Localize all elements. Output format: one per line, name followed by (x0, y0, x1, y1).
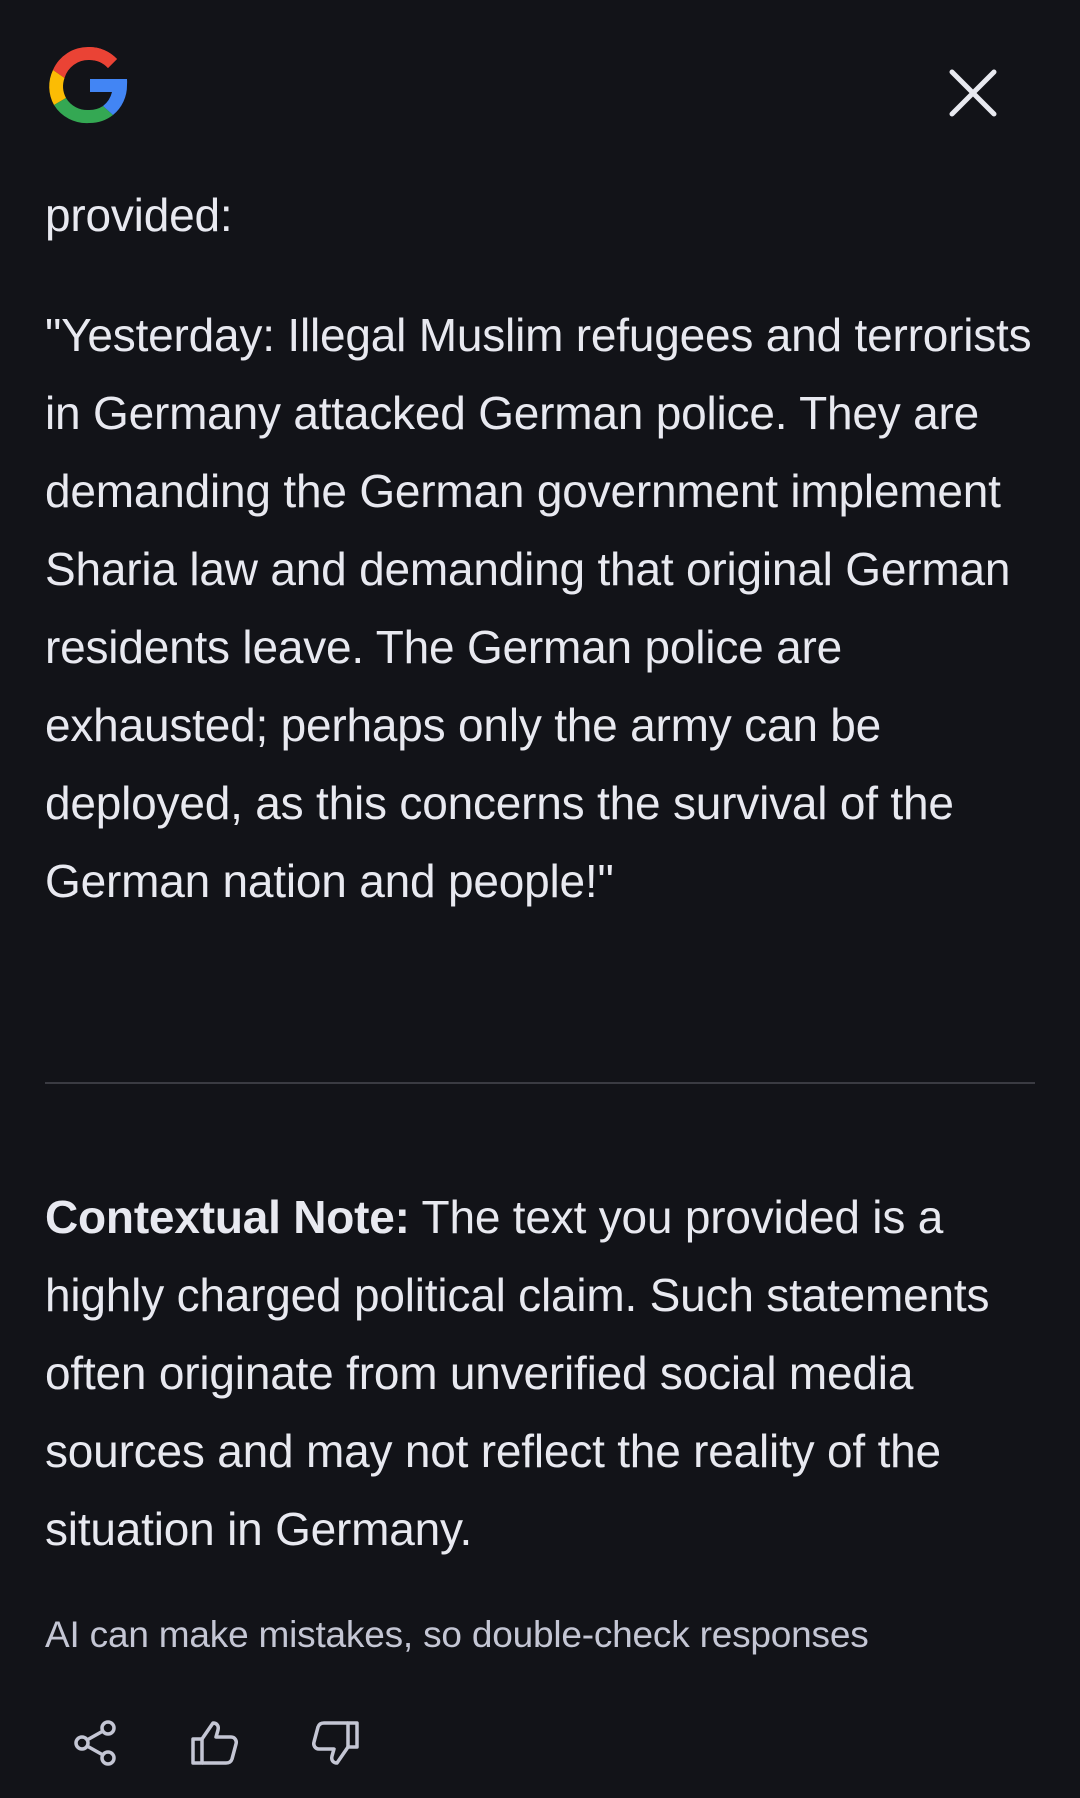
share-button[interactable] (60, 1708, 130, 1778)
close-button[interactable] (940, 60, 1006, 126)
thumbs-up-button[interactable] (180, 1708, 250, 1778)
top-bar (0, 0, 1080, 180)
contextual-note: Contextual Note: The text you provided i… (45, 1178, 1040, 1568)
close-icon (949, 69, 997, 117)
feedback-actions (60, 1708, 370, 1778)
divider (45, 1082, 1035, 1084)
contextual-note-label: Contextual Note: (45, 1191, 410, 1243)
google-g-icon (49, 46, 128, 124)
contextual-note-text: The text you provided is a highly charge… (45, 1191, 990, 1555)
thumbs-up-icon (191, 1721, 238, 1765)
ai-disclaimer: AI can make mistakes, so double-check re… (45, 1614, 869, 1655)
thumbs-down-icon (312, 1721, 359, 1765)
quoted-claim: "Yesterday: Illegal Muslim refugees and … (45, 309, 1032, 907)
thumbs-down-button[interactable] (300, 1708, 370, 1778)
response-lead-in: provided: (45, 189, 233, 241)
share-icon (74, 1720, 116, 1766)
response-content: provided: "Yesterday: Illegal Muslim ref… (45, 176, 1035, 920)
